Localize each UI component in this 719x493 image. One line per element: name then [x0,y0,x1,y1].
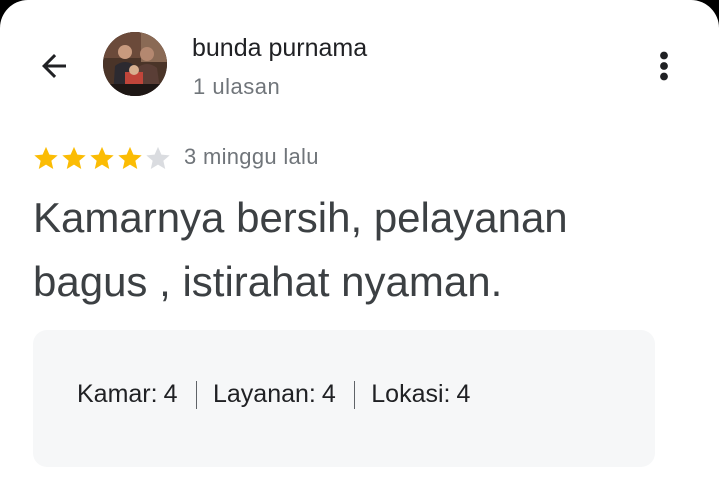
rating-separator [353,380,356,409]
back-button[interactable] [26,42,82,90]
category-rating-value: 4 [321,380,336,408]
reviewer-avatar[interactable] [103,32,167,96]
category-rating: Lokasi: 4 [371,380,470,409]
star-rating [32,143,172,173]
category-rating: Layanan: 4 [213,380,336,409]
star-filled-icon [90,146,114,169]
category-rating-value: 4 [456,380,471,408]
review-text: Kamarnya bersih, pelayanan bagus , istir… [33,194,568,305]
reviewer-name[interactable]: bunda purnama [192,34,367,63]
avatar-photo [103,32,167,96]
more-options-button[interactable] [642,44,686,88]
reviewer-review-count: 1 ulasan [193,74,281,99]
category-rating-label: Kamar: [77,380,158,408]
more-vert-icon [660,51,668,81]
category-ratings-box: Kamar: 4 Layanan: 4 Lokasi: 4 [33,330,655,467]
category-ratings-row: Kamar: 4 Layanan: 4 Lokasi: 4 [77,380,470,409]
star-filled-icon [118,146,142,169]
review-card: bunda purnama 1 ulasan 3 minggu lalu Kam… [0,0,719,493]
rating-separator [195,380,197,409]
star-filled-icon [62,146,86,169]
star-filled-icon [34,146,58,169]
review-date: 3 minggu lalu [184,144,319,169]
star-empty-icon [146,146,170,169]
category-rating-label: Layanan: [213,380,316,408]
category-rating-value: 4 [163,380,178,408]
category-rating: Kamar: 4 [77,380,178,409]
arrow-left-icon [42,54,66,78]
category-rating-label: Lokasi: [371,380,451,408]
